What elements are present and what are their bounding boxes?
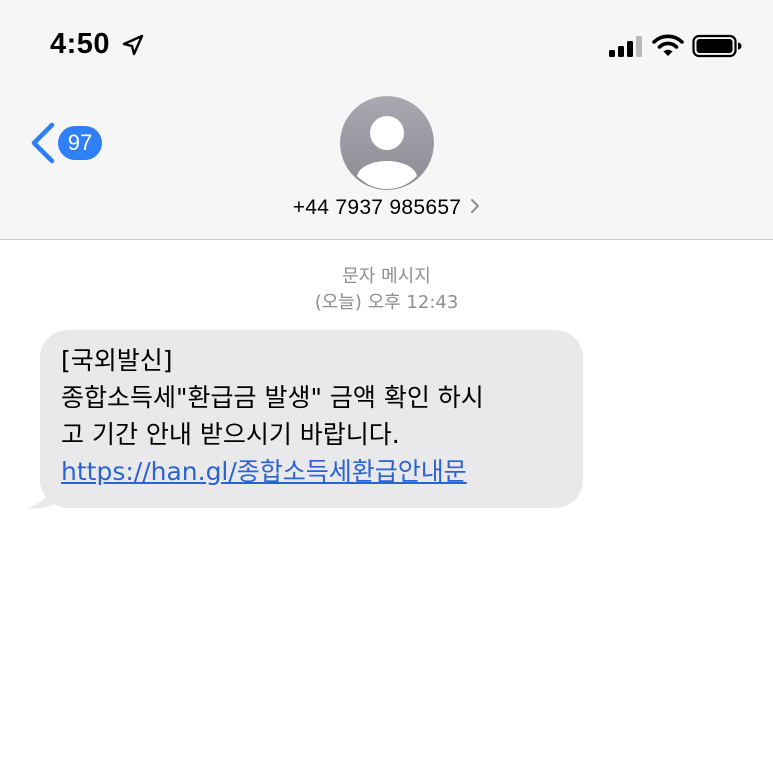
contact-details-button[interactable]: +44 7937 985657 [0, 196, 773, 220]
unread-count-badge: 97 [58, 126, 102, 160]
wifi-icon [652, 34, 684, 56]
person-silhouette-icon [340, 96, 434, 190]
chevron-right-icon [471, 199, 480, 213]
navigation-header: 4:50 97 +44 7937 985657 [0, 0, 773, 240]
message-timestamp: (오늘) 오후 12:43 [314, 292, 459, 313]
status-bar: 4:50 [0, 0, 773, 90]
cellular-signal-icon [609, 36, 642, 57]
location-arrow-icon [122, 34, 144, 56]
message-line: [국외발신] [61, 346, 173, 375]
back-button[interactable]: 97 [28, 118, 108, 168]
contact-avatar[interactable] [340, 96, 434, 190]
message-line: 종합소득세"환급금 발생" 금액 확인 하시 [61, 383, 484, 412]
chevron-left-icon [31, 122, 55, 164]
message-link[interactable]: https://han.gl/종합소득세환급안내문 [61, 457, 467, 486]
message-type-label: 문자 메시지 [342, 266, 431, 287]
contact-phone-number: +44 7937 985657 [292, 196, 462, 219]
battery-icon [692, 34, 742, 58]
status-time: 4:50 [50, 28, 111, 60]
incoming-message-bubble[interactable]: [국외발신] 종합소득세"환급금 발생" 금액 확인 하시 고 기간 안내 받으… [40, 330, 583, 508]
message-line: 고 기간 안내 받으시기 바랍니다. [61, 420, 400, 449]
